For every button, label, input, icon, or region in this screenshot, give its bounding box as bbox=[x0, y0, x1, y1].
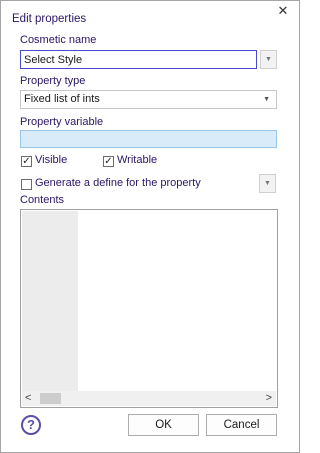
visible-label: Visible bbox=[35, 154, 68, 166]
check-icon: ✓ bbox=[22, 156, 31, 167]
visible-checkbox[interactable]: ✓ bbox=[21, 156, 32, 167]
scrollbar-thumb[interactable] bbox=[40, 393, 61, 404]
cosmetic-name-dropdown-button[interactable]: ▼ bbox=[260, 50, 277, 69]
line-number-gutter bbox=[22, 211, 78, 392]
property-variable-label: Property variable bbox=[20, 116, 104, 128]
horizontal-scrollbar[interactable]: < > bbox=[22, 391, 276, 406]
cosmetic-name-input[interactable] bbox=[20, 50, 257, 69]
cancel-button[interactable]: Cancel bbox=[206, 414, 277, 436]
property-variable-input[interactable] bbox=[20, 130, 277, 148]
cosmetic-name-label: Cosmetic name bbox=[20, 34, 97, 46]
close-icon[interactable]: ✕ bbox=[276, 4, 290, 18]
property-type-label: Property type bbox=[20, 75, 86, 87]
chevron-down-icon: ▼ bbox=[263, 96, 270, 103]
generate-define-checkbox[interactable] bbox=[21, 179, 32, 190]
writable-checkbox[interactable]: ✓ bbox=[103, 156, 114, 167]
scroll-right-icon[interactable]: > bbox=[266, 392, 272, 405]
ok-button[interactable]: OK bbox=[128, 414, 199, 436]
generate-define-dropdown-button[interactable]: ▼ bbox=[259, 174, 276, 193]
chevron-down-icon: ▼ bbox=[264, 180, 271, 187]
writable-label: Writable bbox=[117, 154, 158, 166]
dialog-title: Edit properties bbox=[12, 13, 87, 25]
property-type-value: Fixed list of ints bbox=[24, 93, 100, 105]
contents-label: Contents bbox=[20, 194, 65, 206]
contents-editor[interactable]: < > bbox=[20, 209, 278, 408]
generate-define-label: Generate a define for the property bbox=[35, 177, 201, 189]
property-type-select[interactable]: Fixed list of ints ▼ bbox=[20, 90, 277, 109]
scroll-left-icon[interactable]: < bbox=[25, 392, 31, 405]
chevron-down-icon: ▼ bbox=[265, 56, 272, 63]
help-icon[interactable]: ? bbox=[21, 415, 41, 435]
check-icon: ✓ bbox=[104, 156, 113, 167]
edit-properties-dialog: Edit properties ✕ Cosmetic name ▼ Proper… bbox=[0, 0, 300, 453]
